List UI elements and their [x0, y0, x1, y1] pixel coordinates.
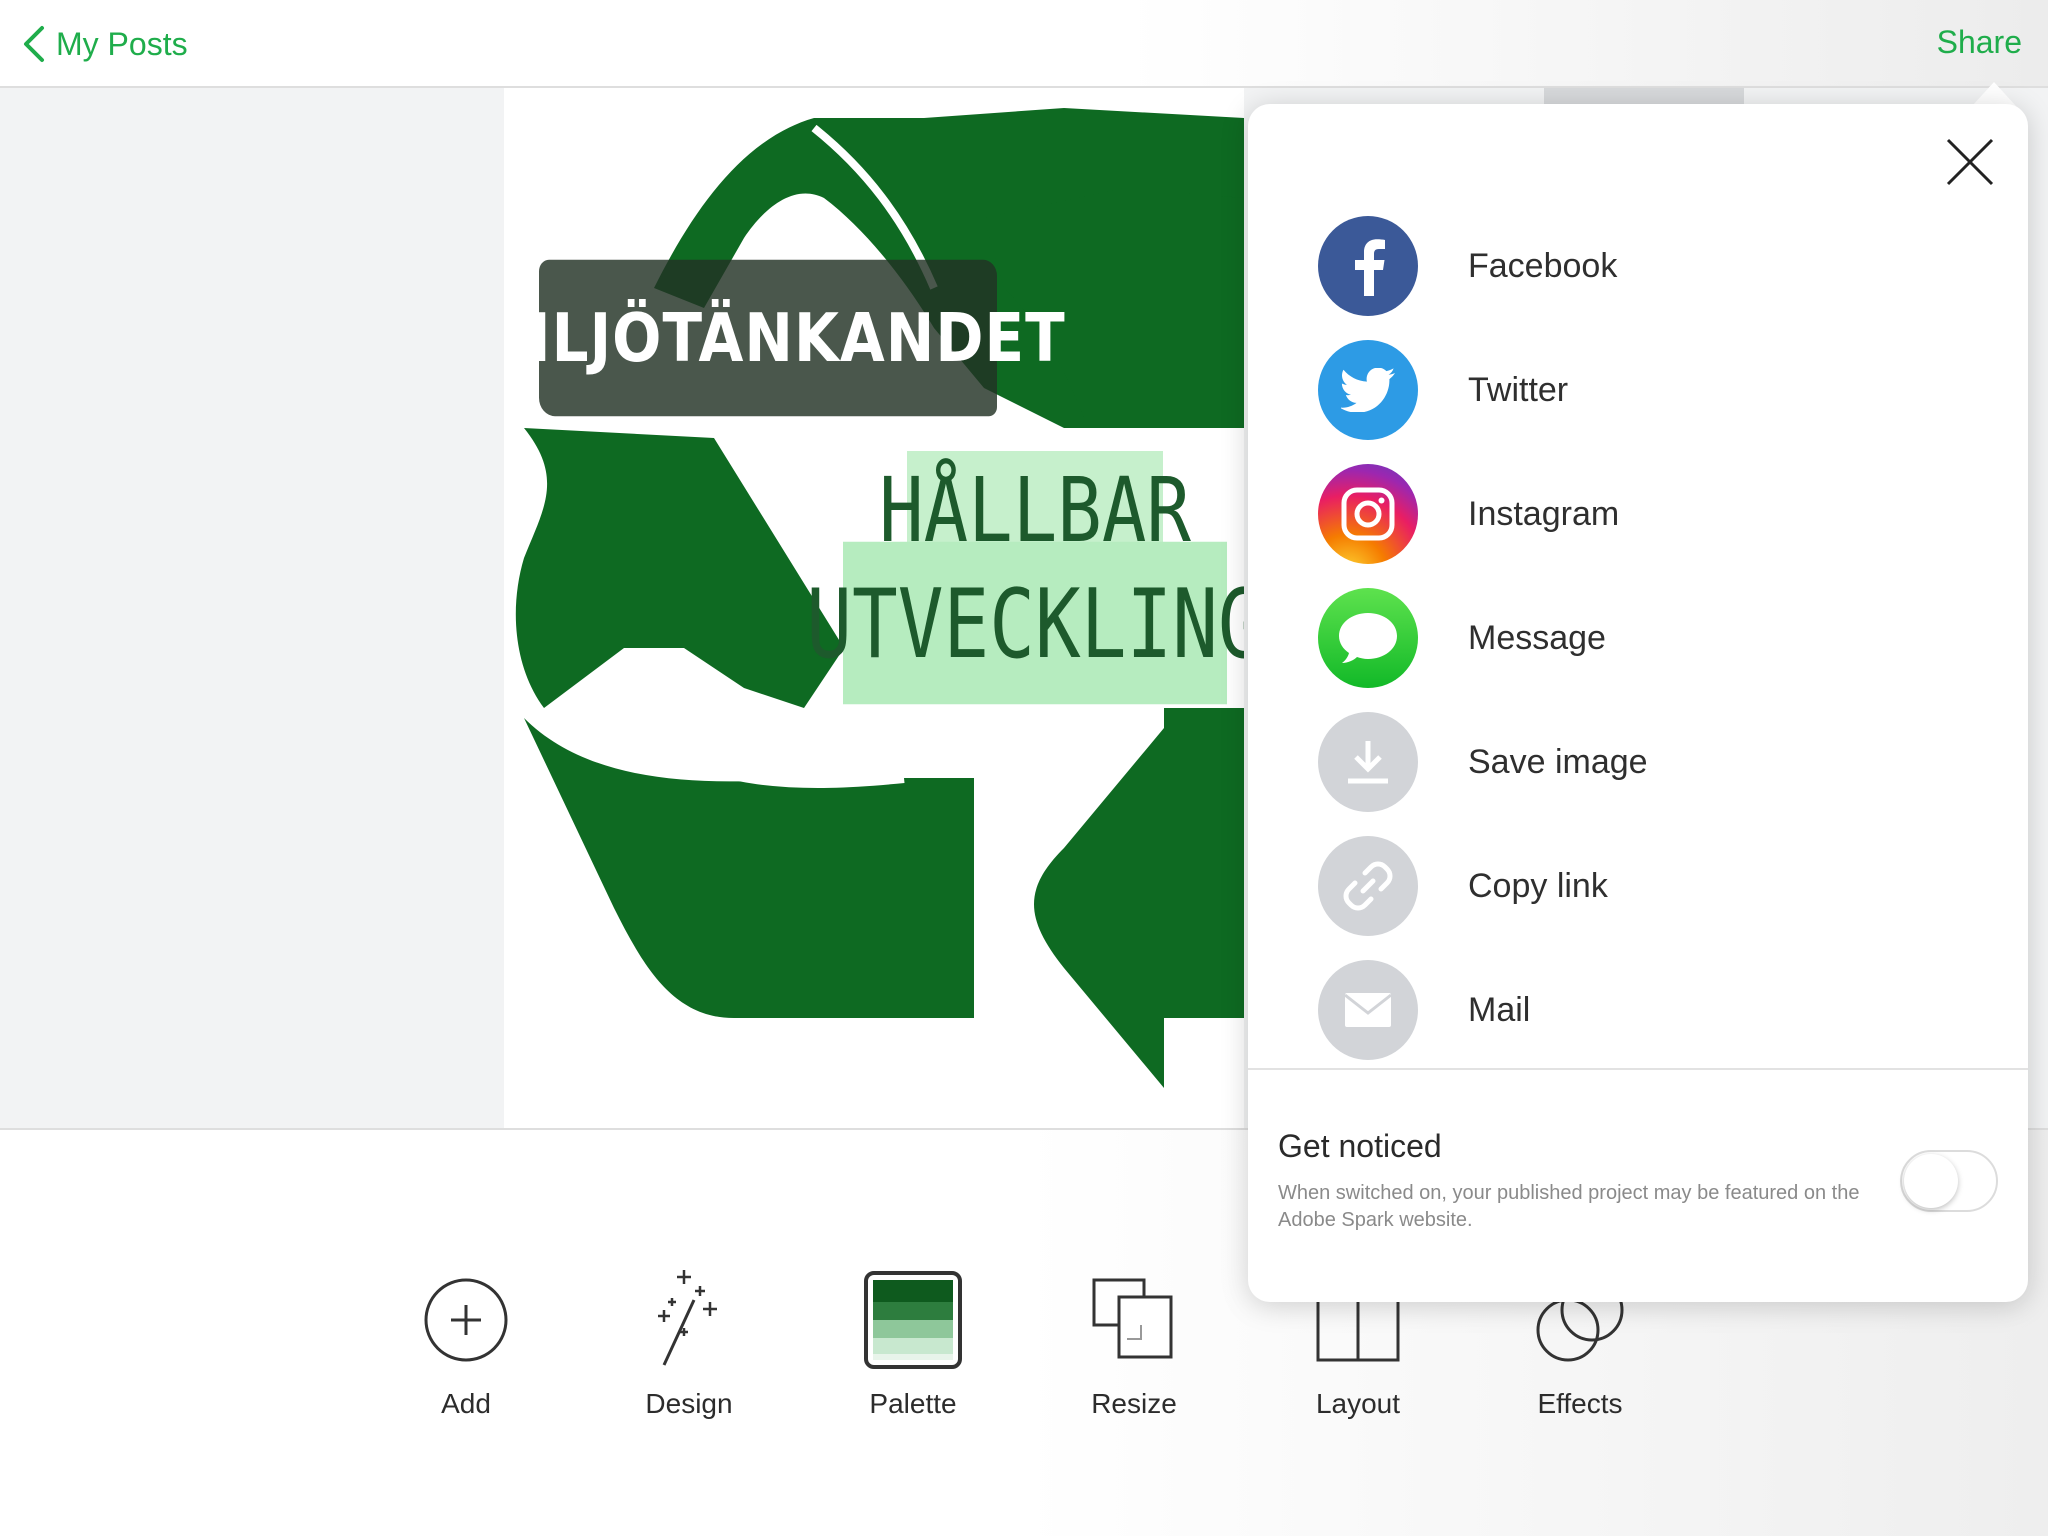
mail-icon [1318, 960, 1418, 1060]
share-save-image-label: Save image [1468, 742, 1648, 781]
layout-tool-label: Layout [1315, 1388, 1401, 1419]
post-title[interactable]: MILJÖTÄNKANDET [504, 259, 1065, 417]
chevron-left-icon [24, 26, 44, 62]
back-label: My Posts [56, 25, 188, 62]
share-facebook[interactable]: Facebook [1318, 204, 1968, 328]
back-button[interactable]: My Posts [20, 22, 188, 66]
twitter-icon [1318, 340, 1418, 440]
panel-divider [1248, 1068, 2028, 1070]
resize-icon [1092, 1278, 1173, 1359]
resize-tool-button[interactable]: Resize [1054, 1270, 1214, 1430]
share-copy-link-label: Copy link [1468, 866, 1608, 905]
get-noticed-title: Get noticed [1278, 1128, 1442, 1164]
get-noticed-toggle[interactable] [1900, 1150, 1998, 1212]
share-twitter[interactable]: Twitter [1318, 328, 1968, 452]
add-icon [424, 1278, 508, 1362]
get-noticed-description: When switched on, your published project… [1278, 1182, 1860, 1231]
share-save-image[interactable]: Save image [1318, 700, 1968, 824]
toggle-knob [1904, 1154, 1958, 1208]
close-icon[interactable] [1942, 134, 1998, 190]
facebook-icon [1318, 216, 1418, 316]
message-icon [1318, 588, 1418, 688]
resize-tool-label: Resize [1091, 1388, 1177, 1419]
instagram-icon [1318, 464, 1418, 564]
palette-tool-button[interactable]: Palette [833, 1270, 993, 1430]
link-icon [1318, 836, 1418, 936]
add-tool-label: Add [441, 1388, 491, 1419]
top-bar: My Posts Share [0, 0, 2048, 88]
share-mail-label: Mail [1468, 990, 1531, 1029]
share-twitter-label: Twitter [1468, 370, 1569, 409]
post-canvas[interactable]: MILJÖTÄNKANDET HÅLLBAR UTVECKLING [504, 88, 1244, 1128]
share-options-list: Facebook Twitter Instagram Message Save … [1318, 204, 1968, 1072]
share-popover: Facebook Twitter Instagram Message Save … [1248, 104, 2028, 1302]
share-mail[interactable]: Mail [1318, 948, 1968, 1072]
share-facebook-label: Facebook [1468, 246, 1618, 285]
post-subtitle-line2[interactable]: UTVECKLING [806, 541, 1244, 705]
effects-tool-label: Effects [1537, 1388, 1623, 1419]
palette-icon [864, 1271, 962, 1369]
magic-wand-icon [658, 1270, 717, 1366]
share-instagram-label: Instagram [1468, 494, 1620, 533]
download-icon [1318, 712, 1418, 812]
palette-tool-label: Palette [869, 1388, 957, 1419]
design-tool-label: Design [645, 1388, 733, 1419]
share-button[interactable]: Share [1937, 24, 2022, 61]
share-message[interactable]: Message [1318, 576, 1968, 700]
share-copy-link[interactable]: Copy link [1318, 824, 1968, 948]
share-message-label: Message [1468, 618, 1606, 657]
share-instagram[interactable]: Instagram [1318, 452, 1968, 576]
add-tool-button[interactable]: Add [386, 1270, 546, 1430]
popover-arrow [1972, 82, 2016, 106]
design-tool-button[interactable]: Design [609, 1270, 769, 1430]
